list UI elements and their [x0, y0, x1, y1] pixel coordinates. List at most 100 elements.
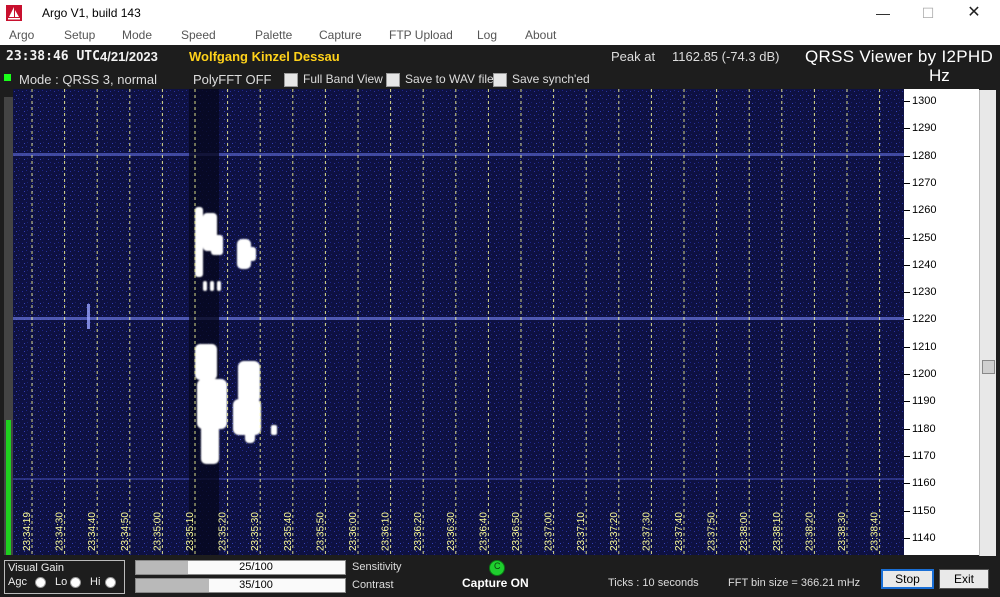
time-label: 23:34:19: [22, 512, 33, 551]
time-label: 23:37:20: [609, 512, 620, 551]
dark-band: [189, 89, 219, 555]
freq-label: 1270: [912, 176, 937, 189]
level-meter-fill: [6, 420, 11, 555]
polyfft-status[interactable]: PolyFFT OFF: [193, 72, 271, 87]
freq-label: 1200: [912, 368, 937, 380]
time-label: 23:37:30: [641, 512, 652, 551]
menu-bar: Argo Setup Mode Speed Palette Capture FT…: [0, 26, 1000, 45]
ticks-info: Ticks : 10 seconds: [608, 577, 699, 589]
menu-mode[interactable]: Mode: [122, 28, 152, 42]
station-name: Wolfgang Kinzel Dessau: [189, 49, 340, 64]
frequency-scrollbar[interactable]: [979, 90, 996, 556]
save-wav-checkbox[interactable]: [386, 73, 400, 87]
menu-about[interactable]: About: [525, 28, 556, 42]
contrast-value: 35/100: [239, 579, 273, 591]
freq-label: 1290: [912, 122, 937, 135]
time-label: 23:38:40: [870, 512, 881, 551]
freq-label: 1260: [912, 204, 937, 217]
freq-tick: [904, 346, 910, 348]
contrast-slider[interactable]: 35/100: [135, 578, 346, 593]
menu-ftp-upload[interactable]: FTP Upload: [389, 28, 453, 42]
time-label: 23:35:40: [283, 512, 294, 551]
time-label: 23:35:30: [250, 512, 261, 551]
freq-label: 1230: [912, 286, 937, 299]
minimize-button[interactable]: —: [860, 0, 906, 26]
title-bar: Argo V1, build 143 — ☐ ✕: [0, 0, 1000, 26]
save-synched-checkbox[interactable]: [493, 73, 507, 87]
date: 4/21/2023: [100, 49, 158, 64]
waterfall-display[interactable]: 23:34:19 23:34:30 23:34:40 23:34:50 23:35:00…: [13, 89, 904, 555]
freq-tick: [904, 155, 910, 157]
capture-status: Capture ON: [462, 576, 529, 590]
freq-label: 1220: [912, 313, 937, 326]
freq-tick: [904, 237, 910, 239]
close-button[interactable]: ✕: [951, 0, 997, 26]
peak-value: 1162.85 (-74.3 dB): [672, 49, 780, 64]
time-label: 23:35:00: [152, 512, 163, 551]
freq-label: 1170: [912, 449, 936, 462]
time-label: 23:37:40: [674, 512, 685, 551]
carrier-line-1220: [13, 317, 904, 320]
maximize-button[interactable]: ☐: [905, 0, 951, 26]
freq-label: 1210: [912, 340, 937, 353]
freq-tick: [904, 428, 910, 430]
fft-bin-info: FFT bin size = 366.21 mHz: [728, 577, 861, 589]
brand-title: QRSS Viewer by I2PHD: [805, 47, 994, 66]
menu-setup[interactable]: Setup: [64, 28, 95, 42]
exit-button[interactable]: Exit: [939, 569, 989, 589]
stop-button[interactable]: Stop: [881, 569, 934, 589]
carrier-line-1160: [13, 478, 904, 480]
freq-tick: [904, 537, 910, 539]
mode-label: Mode : QRSS 3, normal: [19, 72, 157, 87]
freq-label: 1300: [912, 95, 937, 107]
lo-radio[interactable]: [70, 577, 81, 588]
carrier-line-1280: [13, 153, 904, 156]
freq-tick: [904, 101, 910, 102]
menu-argo[interactable]: Argo: [9, 28, 34, 42]
utc-time: 23:38:46 UTC: [6, 49, 100, 64]
hi-radio[interactable]: [105, 577, 116, 588]
spike-marker: [87, 304, 90, 329]
menu-log[interactable]: Log: [477, 28, 497, 42]
freq-tick: [904, 264, 910, 266]
freq-label: 1140: [912, 531, 936, 544]
capture-led-letter: C: [494, 561, 501, 571]
freq-tick: [904, 292, 910, 294]
time-label: 23:35:10: [185, 512, 196, 551]
capture-led-icon[interactable]: C: [489, 560, 505, 576]
freq-unit-label: Hz: [929, 66, 950, 85]
time-label: 23:38:10: [772, 512, 783, 551]
freq-tick: [904, 210, 910, 212]
hi-label: Hi: [90, 576, 101, 588]
full-band-view-checkbox[interactable]: [284, 73, 298, 87]
time-label: 23:37:00: [544, 512, 555, 551]
sensitivity-slider[interactable]: 25/100: [135, 560, 346, 575]
freq-tick: [904, 319, 910, 321]
time-label: 23:37:50: [707, 512, 718, 551]
time-label: 23:38:00: [739, 512, 750, 551]
time-label: 23:34:30: [55, 512, 66, 551]
lo-label: Lo: [55, 576, 68, 588]
waterfall-canvas: 23:34:19 23:34:30 23:34:40 23:34:50 23:35:00…: [13, 89, 904, 555]
agc-label: Agc: [8, 576, 27, 588]
sensitivity-value: 25/100: [239, 561, 273, 573]
window-title: Argo V1, build 143: [42, 6, 141, 20]
menu-speed[interactable]: Speed: [181, 28, 216, 42]
peak-label: Peak at: [611, 49, 656, 64]
scrollbar-thumb[interactable]: [982, 360, 995, 374]
full-band-view-label: Full Band View: [303, 72, 383, 86]
frequency-scale: 1300 1290 1280 1270 1260 1250 1240 1230 1220 1210…: [904, 89, 979, 555]
freq-tick: [904, 401, 910, 403]
waterfall-noise: [13, 89, 904, 555]
freq-tick: [904, 182, 910, 184]
time-label: 23:36:20: [413, 512, 424, 551]
menu-capture[interactable]: Capture: [319, 28, 362, 42]
agc-radio[interactable]: [35, 577, 46, 588]
menu-palette[interactable]: Palette: [255, 28, 292, 42]
freq-label: 1250: [912, 231, 937, 244]
freq-label: 1280: [912, 149, 937, 162]
contrast-label: Contrast: [352, 579, 394, 591]
freq-label: 1190: [912, 395, 936, 408]
freq-tick: [904, 510, 910, 512]
status-indicator: [4, 74, 11, 81]
